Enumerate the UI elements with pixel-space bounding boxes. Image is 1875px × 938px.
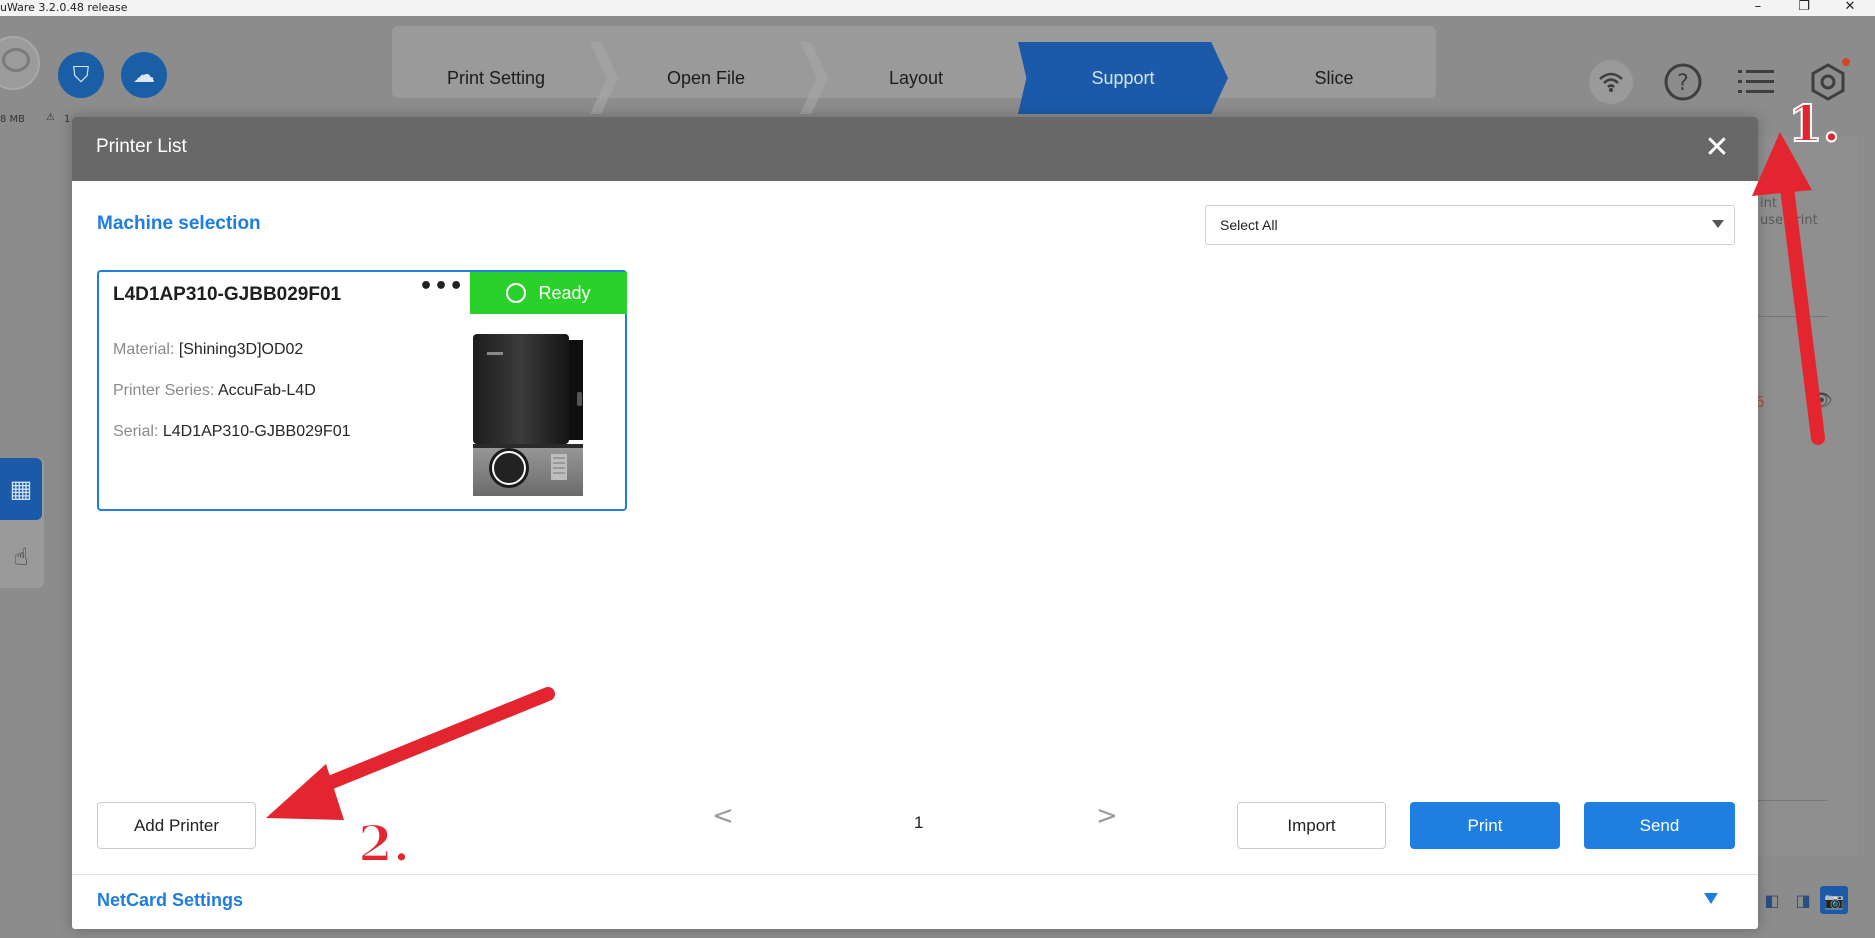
wifi-icon[interactable] — [1589, 60, 1633, 104]
next-page-button[interactable]: > — [1096, 801, 1118, 831]
netcard-settings-label: NetCard Settings — [97, 890, 244, 910]
series-label: Printer Series: — [113, 382, 215, 399]
right-panel — [1757, 136, 1857, 856]
tooth-icon[interactable]: ⛉ — [58, 52, 104, 98]
material-label: Material: — [113, 341, 175, 358]
restore-button[interactable]: ❐ — [1789, 0, 1819, 14]
step-support[interactable]: Support — [1018, 42, 1228, 114]
hand-tool-icon[interactable]: ☝ — [0, 526, 42, 588]
printer-list-dialog: Printer List ✕ Machine selection Select … — [72, 117, 1758, 929]
page-number: 1 — [914, 813, 924, 832]
printer-image — [473, 334, 583, 496]
warning-icon: ⚠ — [46, 112, 55, 123]
annotation-label-2: 2. — [357, 813, 411, 874]
step-open-file[interactable]: Open File — [608, 42, 804, 114]
annotation-label-1: 1. — [1787, 93, 1841, 154]
chevron-down-icon — [1712, 220, 1724, 228]
window-titlebar: uWare 3.2.0.48 release – ❐ ✕ — [0, 0, 1875, 16]
print-button[interactable]: Print — [1410, 802, 1560, 849]
status-text: Ready — [538, 282, 591, 303]
right-panel-text-1: int — [1760, 196, 1777, 211]
right-panel-text-2: use print — [1760, 213, 1818, 228]
dialog-divider — [72, 874, 1758, 875]
material-value: [Shining3D]OD02 — [178, 341, 304, 358]
serial-row: Serial: L4D1AP310-GJBB029F01 — [113, 423, 350, 441]
right-panel-divider — [1757, 800, 1827, 801]
expand-icon — [1704, 893, 1718, 904]
add-printer-button[interactable]: Add Printer — [97, 802, 256, 849]
more-options-icon[interactable]: ••• — [419, 274, 464, 299]
help-icon[interactable]: ? — [1661, 60, 1705, 104]
minimize-button[interactable]: – — [1743, 0, 1773, 14]
view-front-icon[interactable]: ◧ — [1758, 886, 1786, 914]
memory-text: 8 MB — [0, 114, 26, 125]
close-window-button[interactable]: ✕ — [1835, 0, 1865, 14]
step-layout[interactable]: Layout — [818, 42, 1014, 114]
notification-dot — [1842, 58, 1850, 66]
serial-label: Serial: — [113, 423, 159, 440]
dialog-title: Printer List — [96, 136, 187, 157]
series-row: Printer Series: AccuFab-L4D — [113, 382, 316, 400]
step-slice[interactable]: Slice — [1236, 42, 1432, 114]
status-ring-icon — [506, 283, 527, 303]
printer-name: L4D1AP310-GJBB029F01 — [113, 284, 342, 305]
cloud-icon[interactable]: ☁ — [121, 52, 167, 98]
right-panel-divider — [1757, 316, 1827, 317]
eye-icon[interactable]: 👁 — [1810, 390, 1833, 411]
status-badge: Ready — [470, 272, 627, 314]
import-button[interactable]: Import — [1237, 802, 1386, 849]
warning-count: 1 — [64, 114, 71, 125]
window-title: uWare 3.2.0.48 release — [0, 1, 128, 14]
material-row: Material: [Shining3D]OD02 — [113, 341, 303, 359]
send-button[interactable]: Send — [1584, 802, 1735, 849]
machine-filter-select[interactable]: Select All — [1205, 205, 1735, 245]
machine-selection-label: Machine selection — [97, 213, 261, 234]
support-tool-icon[interactable]: ▦ — [0, 458, 42, 520]
dialog-close-button[interactable]: ✕ — [1700, 132, 1734, 166]
menu-list-icon[interactable] — [1734, 60, 1778, 104]
select-value: Select All — [1220, 217, 1278, 233]
prev-page-button[interactable]: < — [712, 801, 734, 831]
printer-card[interactable]: L4D1AP310-GJBB029F01 ••• Ready Material:… — [97, 270, 627, 511]
serial-value: L4D1AP310-GJBB029F01 — [162, 423, 351, 440]
step-print-setting[interactable]: Print Setting — [398, 42, 594, 114]
dialog-header: Printer List ✕ — [72, 117, 1758, 181]
svg-text:?: ? — [1677, 71, 1689, 96]
series-value: AccuFab-L4D — [217, 382, 316, 399]
view-side-icon[interactable]: ◨ — [1789, 886, 1817, 914]
camera-icon[interactable]: 📷 — [1820, 886, 1848, 914]
